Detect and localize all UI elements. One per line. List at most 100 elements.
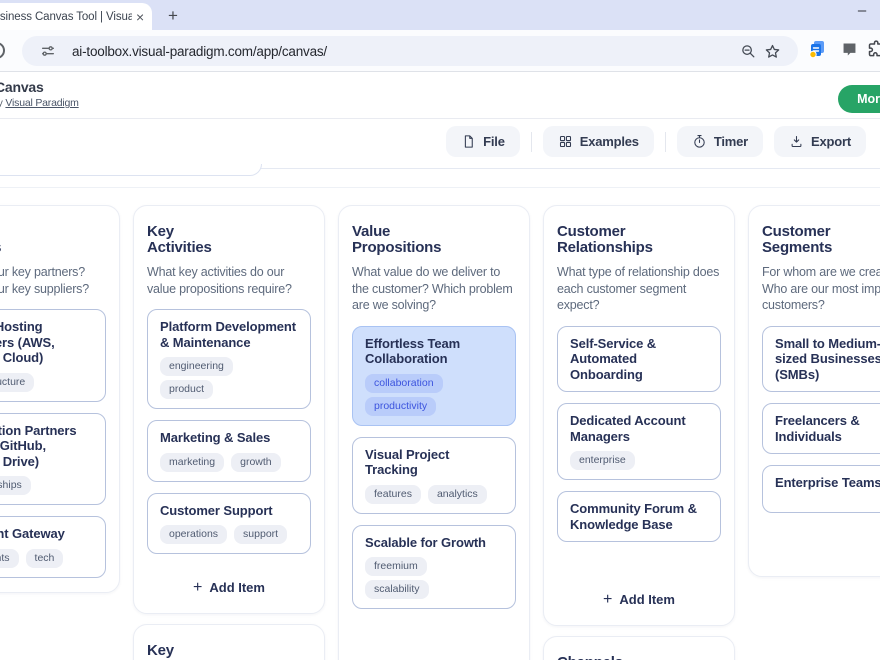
export-download-icon bbox=[789, 134, 804, 149]
site-settings-icon[interactable] bbox=[36, 43, 60, 59]
column-description: What type of relationship does each cust… bbox=[557, 264, 721, 314]
card-tags: engineering product bbox=[160, 357, 298, 399]
panel-customer-relationships: Customer Relationships What type of relat… bbox=[543, 205, 735, 626]
canvas-card[interactable]: Dedicated Account Managersenterprise bbox=[557, 403, 721, 480]
export-button[interactable]: Export bbox=[774, 126, 866, 157]
plus-icon: + bbox=[603, 593, 612, 607]
card-tag: marketing bbox=[160, 453, 224, 472]
add-item-label: Add Item bbox=[619, 592, 675, 607]
card-tag: analytics bbox=[428, 485, 487, 504]
card-tag: operations bbox=[160, 525, 227, 544]
file-icon bbox=[461, 134, 476, 149]
examples-button[interactable]: Examples bbox=[543, 126, 654, 157]
canvas-card[interactable]: Visual Project Trackingfeaturesanalytics bbox=[352, 437, 516, 514]
more-button[interactable]: More bbox=[838, 85, 880, 113]
card-title: Self-Service & Automated Onboarding bbox=[570, 336, 708, 383]
card-tags: collaboration productivity bbox=[365, 374, 503, 416]
canvas-card[interactable]: Customer Support operations support bbox=[147, 493, 311, 555]
new-tab-button[interactable]: + bbox=[168, 5, 178, 27]
card-tag: partnerships bbox=[0, 476, 31, 495]
card-title: Platform Development & Maintenance bbox=[160, 319, 298, 350]
card-title: Payment Gateway bbox=[0, 526, 93, 542]
file-button-label: File bbox=[483, 134, 505, 149]
timer-button[interactable]: Timer bbox=[677, 126, 763, 157]
bookmark-star-icon[interactable] bbox=[760, 43, 784, 60]
card-title: Community Forum & Knowledge Base bbox=[570, 501, 708, 532]
canvas-tab-bar bbox=[0, 164, 880, 188]
file-button[interactable]: File bbox=[446, 126, 520, 157]
panel-customer-segments: Customer SegmentsFor whom are we creatin… bbox=[748, 205, 880, 577]
card-tag: support bbox=[234, 525, 287, 544]
card-tag: tech bbox=[26, 549, 64, 568]
app-toolbar: File Examples Timer Export bbox=[0, 119, 880, 164]
zoom-out-icon[interactable] bbox=[736, 43, 760, 60]
panel-key-resources: Key ResourcesWhat key resources do our v… bbox=[133, 624, 325, 660]
reload-icon[interactable] bbox=[0, 42, 5, 59]
card-title: Customer Support bbox=[160, 503, 298, 519]
examples-button-label: Examples bbox=[580, 134, 639, 149]
canvas-card[interactable]: Marketing & Sales marketing growth bbox=[147, 420, 311, 482]
card-tags: payments tech bbox=[0, 549, 93, 568]
tab-close-icon[interactable]: × bbox=[136, 10, 144, 24]
card-tag: infrastructure bbox=[0, 373, 34, 392]
plus-icon: + bbox=[193, 581, 202, 595]
card-tag: freemium bbox=[365, 557, 427, 576]
canvas-card[interactable]: Payment Gateway payments tech bbox=[0, 516, 106, 578]
canvas-card[interactable]: Small to Medium-sized Businesses (SMBs) bbox=[762, 326, 880, 393]
card-tags: infrastructure bbox=[0, 373, 93, 392]
column-description: For whom are we creating value? Who are … bbox=[762, 264, 880, 314]
card-title: Small to Medium-sized Businesses (SMBs) bbox=[775, 336, 880, 383]
page-header: Canvas by Visual Paradigm More bbox=[0, 72, 880, 119]
card-tag: collaboration bbox=[365, 374, 443, 393]
add-item-button[interactable]: + Add Item bbox=[147, 576, 311, 599]
panel-value-propositions: Value PropositionsWhat value do we deliv… bbox=[338, 205, 530, 660]
canvas-column-value-propositions: Value PropositionsWhat value do we deliv… bbox=[338, 205, 530, 660]
toolbar-divider bbox=[665, 132, 666, 152]
canvas-card[interactable]: Enterprise Teams bbox=[762, 465, 880, 513]
card-tag: product bbox=[160, 380, 213, 399]
card-title: Cloud Hosting Providers (AWS, Google Clo… bbox=[0, 319, 93, 366]
column-title: Key Partners bbox=[0, 224, 1, 256]
card-title: Effortless Team Collaboration bbox=[365, 336, 503, 367]
timer-button-label: Timer bbox=[714, 134, 748, 149]
visual-paradigm-link[interactable]: Visual Paradigm bbox=[5, 97, 78, 109]
extension-icon-blue[interactable] bbox=[806, 38, 828, 60]
extension-icon-gray[interactable] bbox=[838, 38, 860, 60]
timer-icon bbox=[692, 134, 707, 149]
card-title: Enterprise Teams bbox=[775, 475, 880, 491]
card-tag: payments bbox=[0, 549, 19, 568]
canvas-card[interactable]: Scalable for Growthfreemiumscalability bbox=[352, 525, 516, 610]
cards-list: Cloud Hosting Providers (AWS, Google Clo… bbox=[0, 309, 106, 578]
canvas-card[interactable]: Platform Development & Maintenance engine… bbox=[147, 309, 311, 409]
card-tag: growth bbox=[231, 453, 281, 472]
canvas-card[interactable]: Effortless Team Collaboration collaborati… bbox=[352, 326, 516, 426]
card-tags: marketing growth bbox=[160, 453, 298, 472]
canvas-card[interactable]: Self-Service & Automated Onboarding bbox=[557, 326, 721, 393]
column-title: Customer Relationships bbox=[557, 224, 653, 256]
card-tag: productivity bbox=[365, 397, 436, 416]
panel-key-activities: Key ActivitiesWhat key activities do our… bbox=[133, 205, 325, 614]
extensions-puzzle-icon[interactable] bbox=[866, 38, 880, 60]
card-title: Integration Partners (Slack, GitHub, Goo… bbox=[0, 423, 93, 470]
canvas-card[interactable]: Freelancers & Individuals bbox=[762, 403, 880, 454]
column-description: What value do we deliver to the customer… bbox=[352, 264, 516, 314]
canvas-card[interactable]: Cloud Hosting Providers (AWS, Google Clo… bbox=[0, 309, 106, 402]
cards-list: Platform Development & Maintenance engine… bbox=[147, 309, 311, 554]
card-tag: engineering bbox=[160, 357, 233, 376]
canvas-card[interactable]: Community Forum & Knowledge Base bbox=[557, 491, 721, 542]
column-description: What key activities do our value proposi… bbox=[147, 264, 311, 297]
add-item-button[interactable]: + Add Item bbox=[557, 588, 721, 611]
examples-grid-icon bbox=[558, 134, 573, 149]
card-tag: features bbox=[365, 485, 421, 504]
address-bar[interactable]: ai-toolbox.visual-paradigm.com/app/canva… bbox=[22, 36, 798, 66]
browser-tab[interactable]: Business Canvas Tool | Visual Paradigm × bbox=[0, 3, 152, 30]
column-description: Who are our key partners? Who are our ke… bbox=[0, 264, 106, 297]
add-item-label: Add Item bbox=[209, 580, 265, 595]
canvas-card[interactable]: Integration Partners (Slack, GitHub, Goo… bbox=[0, 413, 106, 506]
minimize-button[interactable]: – bbox=[858, 2, 866, 19]
url-text: ai-toolbox.visual-paradigm.com/app/canva… bbox=[72, 44, 736, 59]
canvas-column-key-activities: Key ActivitiesWhat key activities do our… bbox=[133, 205, 325, 660]
card-title: Marketing & Sales bbox=[160, 430, 298, 446]
canvas-column-key-partners: Key Partners Who are our key partners? Wh… bbox=[0, 205, 120, 593]
card-tags: enterprise bbox=[570, 451, 708, 470]
